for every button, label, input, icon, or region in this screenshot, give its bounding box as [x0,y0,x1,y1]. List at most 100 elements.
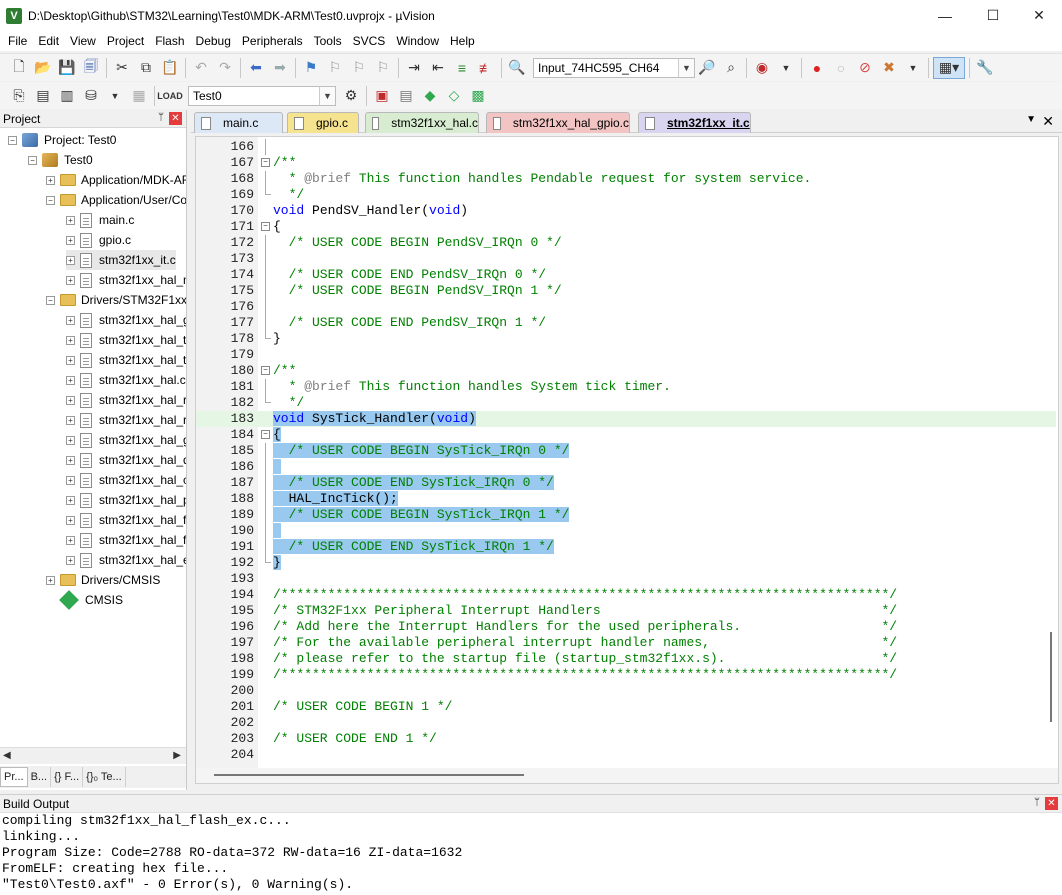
undo-icon[interactable]: ↶ [190,57,212,79]
tree-file-item[interactable]: + stm32f1xx_hal_pwr.c [66,490,186,510]
window-layout-icon[interactable]: ▦▾ [933,56,965,79]
tree-file-item[interactable]: + stm32f1xx_hal_tim_ex.c [66,350,186,370]
kill-breakpoints-icon[interactable]: ✖ [878,57,900,79]
project-horizontal-scrollbar[interactable]: ◀ ▶ [0,747,186,764]
tree-cmsis-item[interactable]: CMSIS [46,590,123,610]
fold-collapse-icon[interactable]: − [261,430,270,439]
select-packs-icon[interactable]: ◆ [419,85,441,107]
tree-file-item[interactable]: + main.c [66,210,134,230]
tree-file-item[interactable]: + stm32f1xx_hal_flash.c [66,510,186,530]
menu-svcs[interactable]: SVCS [347,31,391,51]
menu-edit[interactable]: Edit [32,31,64,51]
expand-icon[interactable]: + [66,315,75,325]
expand-icon[interactable]: + [66,515,75,525]
download-load-icon[interactable]: LOAD [157,85,183,107]
menu-file[interactable]: File [2,31,32,51]
close-tab-icon[interactable]: ✕ [1042,113,1054,130]
expand-icon[interactable]: + [66,475,75,485]
expand-icon[interactable]: + [66,435,75,445]
menu-flash[interactable]: Flash [149,31,189,51]
collapse-icon[interactable]: − [46,295,55,305]
indent-icon[interactable]: ⇥ [403,57,425,79]
pin-icon[interactable]: ᛘ [1034,797,1040,808]
scroll-right-icon[interactable]: ▶ [173,750,181,761]
expand-icon[interactable]: + [66,495,75,505]
tree-file-item[interactable]: + stm32f1xx_hal_rcc_ex.c [66,410,186,430]
tree-folder-item[interactable]: − Drivers/STM32F1xx_HAL_Driver [46,290,186,310]
tree-file-item[interactable]: + stm32f1xx_it.c [66,250,176,270]
stop-build-icon[interactable]: ▦ [128,85,150,107]
maximize-button[interactable]: ☐ [970,0,1016,31]
tree-file-item[interactable]: + stm32f1xx_hal_gpio.c [66,430,186,450]
target-options-icon[interactable]: ⚙ [340,85,362,107]
tab-books[interactable]: B... [28,767,52,787]
expand-icon[interactable]: + [66,275,75,285]
manage-components-icon[interactable]: ▤ [395,85,417,107]
minimize-button[interactable]: — [922,0,968,31]
vertical-scrollbar-thumb[interactable] [1050,632,1052,722]
close-window-button[interactable]: ✕ [1016,0,1062,31]
translate-icon[interactable]: ⎘ [8,85,30,107]
menu-help[interactable]: Help [444,31,480,51]
clear-bookmarks-icon[interactable]: ⚐ [372,57,394,79]
pin-icon[interactable]: ᛘ [158,112,164,123]
menu-window[interactable]: Window [390,31,444,51]
expand-icon[interactable]: + [66,215,75,225]
copy-icon[interactable]: ⧉ [135,57,157,79]
tree-project-item[interactable]: − Project: Test0 [8,130,116,150]
expand-icon[interactable]: + [66,535,75,545]
tree-file-item[interactable]: + stm32f1xx_hal_exti.c [66,550,186,570]
rebuild-icon[interactable]: ▥ [56,85,78,107]
insert-breakpoint-icon[interactable]: ● [806,57,828,79]
breakpoints-dropdown-icon[interactable]: ▼ [902,57,924,79]
menu-debug[interactable]: Debug [190,31,236,51]
tree-file-item[interactable]: + stm32f1xx_hal.c [66,370,186,390]
incremental-find-icon[interactable]: ⌕ [720,57,742,79]
fold-collapse-icon[interactable]: − [261,366,270,375]
chevron-down-icon[interactable]: ▼ [319,86,335,105]
fold-collapse-icon[interactable]: − [261,222,270,231]
expand-icon[interactable]: + [66,415,75,425]
tree-folder-item[interactable]: + Application/MDK-ARM [46,170,186,190]
redo-icon[interactable]: ↷ [214,57,236,79]
tree-file-item[interactable]: + stm32f1xx_hal_msp.c [66,270,186,290]
editor-tab-gpio-c[interactable]: gpio.c [287,112,359,133]
tree-file-item[interactable]: + stm32f1xx_hal_dma.c [66,450,186,470]
expand-icon[interactable]: + [66,355,75,365]
expand-icon[interactable]: + [66,395,75,405]
expand-icon[interactable]: + [66,555,75,565]
expand-icon[interactable]: + [66,235,75,245]
find-icon[interactable]: 🔎 [696,57,718,79]
next-bookmark-icon[interactable]: ⚐ [348,57,370,79]
menu-peripherals[interactable]: Peripherals [236,31,308,51]
find-combo[interactable]: Input_74HC595_CH64 ▼ [533,57,695,78]
navigate-back-icon[interactable]: ⬅ [245,57,267,79]
tab-templates[interactable]: {}₀ Te... [83,767,126,787]
tree-file-item[interactable]: + stm32f1xx_hal_flash_ex.c [66,530,186,550]
tree-file-item[interactable]: + stm32f1xx_hal_cortex.c [66,470,186,490]
tree-folder-item[interactable]: − Application/User/Core [46,190,186,210]
expand-icon[interactable]: + [66,455,75,465]
pack-installer-icon[interactable]: ◇ [443,85,465,107]
expand-icon[interactable]: + [66,255,75,265]
code-editor[interactable]: 166 167−/** 168 * @brief This function han… [195,136,1059,784]
collapse-icon[interactable]: − [46,195,55,205]
tab-project[interactable]: Pr... [0,767,28,787]
tree-file-item[interactable]: + stm32f1xx_hal_rcc.c [66,390,186,410]
tree-file-item[interactable]: + stm32f1xx_hal_gpio_ex.c [66,310,186,330]
open-folder-icon[interactable]: 📂 [32,57,54,79]
tab-functions[interactable]: {} F... [51,767,84,787]
uncomment-icon[interactable]: ≢ [475,57,497,79]
disable-breakpoints-icon[interactable]: ⊘ [854,57,876,79]
horizontal-scrollbar-thumb[interactable] [214,774,524,776]
scroll-left-icon[interactable]: ◀ [3,750,11,761]
navigate-forward-icon[interactable]: ➡ [269,57,291,79]
expand-icon[interactable]: + [46,575,55,585]
run-time-env-icon[interactable]: ▩ [467,85,489,107]
batch-build-icon[interactable]: ⛁ [80,85,102,107]
menu-project[interactable]: Project [101,31,149,51]
expand-icon[interactable]: + [66,375,75,385]
editor-horizontal-scrollbar[interactable] [196,768,1058,783]
new-file-icon[interactable]: 🗋 [8,57,30,79]
tree-file-item[interactable]: + gpio.c [66,230,131,250]
